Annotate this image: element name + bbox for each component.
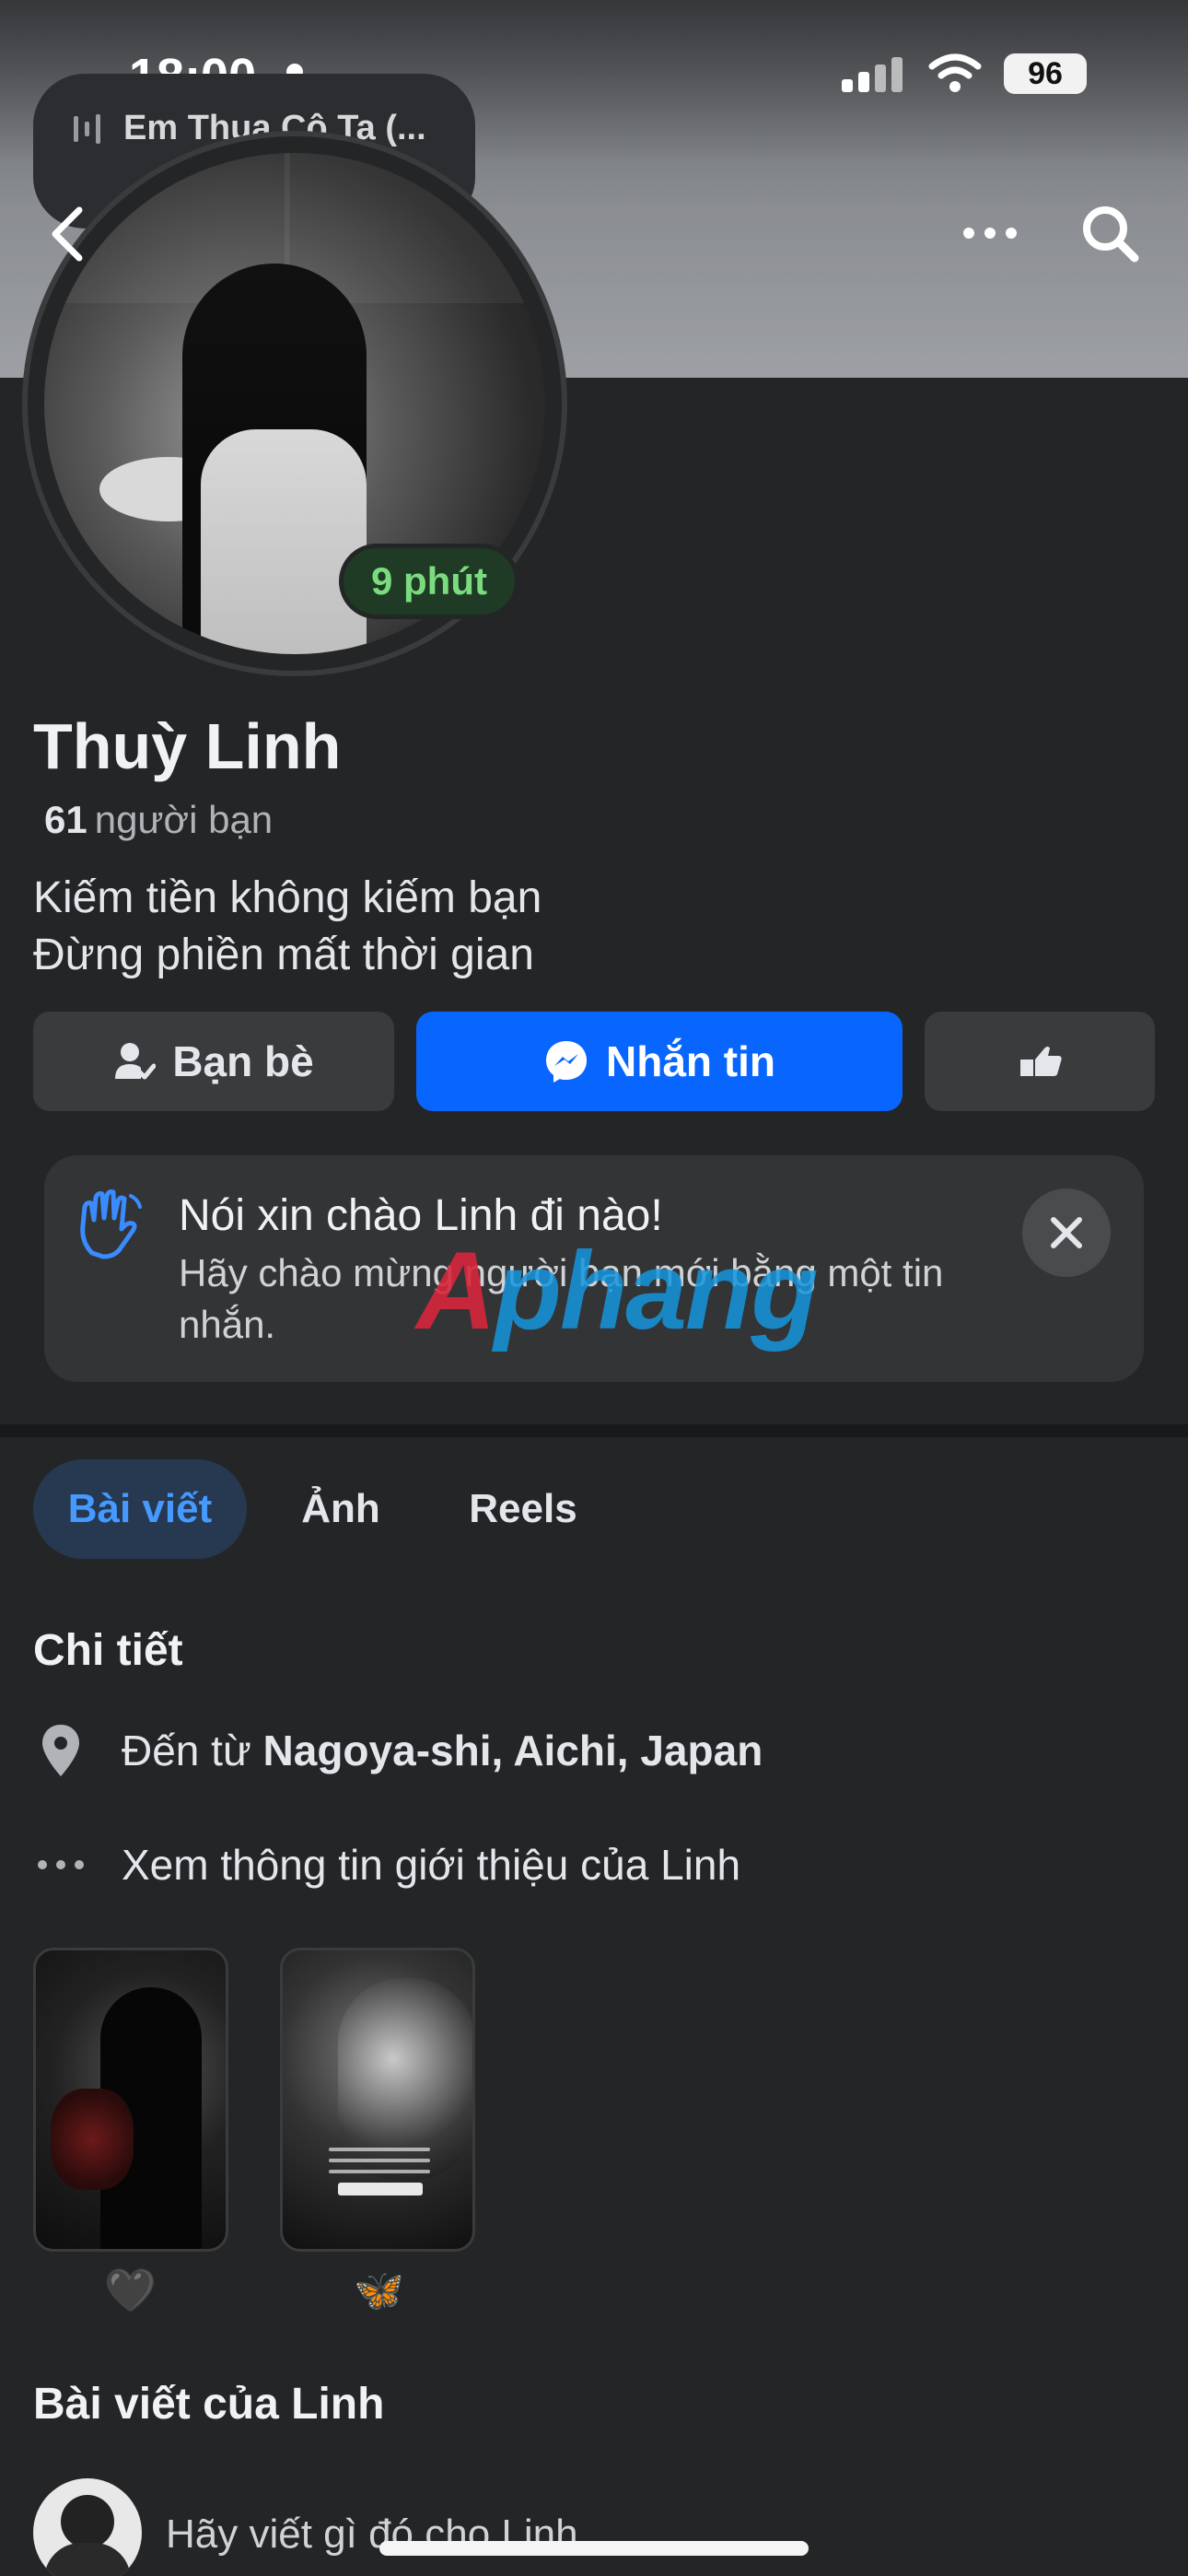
- featured-2-emoji: 🦋: [354, 2268, 404, 2313]
- wave-icon: [80, 1189, 142, 1259]
- details-title: Chi tiết: [33, 1626, 183, 1675]
- tab-reels[interactable]: Reels: [449, 1459, 597, 1559]
- location-value: Nagoya-shi, Aichi, Japan: [262, 1727, 763, 1774]
- message-button[interactable]: Nhắn tin: [416, 1012, 903, 1111]
- messenger-icon: [546, 1041, 587, 1083]
- home-indicator[interactable]: [379, 2541, 809, 2556]
- friend-check-icon: [115, 1043, 157, 1080]
- message-button-label: Nhắn tin: [606, 1037, 775, 1085]
- featured-item-2[interactable]: [280, 1948, 475, 2252]
- featured-2-caption-chip: [338, 2183, 423, 2195]
- bio-line-2: Đừng phiền mất thời gian: [33, 931, 534, 979]
- wifi-icon: [928, 53, 982, 92]
- featured-1-roses: [51, 2089, 134, 2190]
- profile-bio: Kiếm tiền không kiếm bạn Đừng phiền mất …: [33, 870, 542, 984]
- detail-location: Đến từ Nagoya-shi, Aichi, Japan: [33, 1723, 763, 1778]
- friends-button[interactable]: Bạn bè: [33, 1012, 394, 1111]
- battery-indicator: 96: [1004, 53, 1087, 94]
- watermark-part-2: phang: [494, 1229, 819, 1352]
- about-link-label: Xem thông tin giới thiệu của Linh: [122, 1841, 741, 1889]
- active-status-badge: 9 phút: [339, 544, 519, 619]
- profile-name: Thuỳ Linh: [33, 710, 342, 782]
- location-prefix: Đến từ: [122, 1727, 251, 1774]
- watermark-logo: Aphang: [416, 1227, 819, 1354]
- ellipsis-icon: [33, 1837, 88, 1892]
- back-icon[interactable]: [46, 205, 87, 263]
- composer-avatar[interactable]: [33, 2478, 142, 2576]
- poke-button[interactable]: [925, 1012, 1155, 1111]
- featured-item-1[interactable]: [33, 1948, 228, 2252]
- composer-avatar-head: [61, 2495, 114, 2548]
- location-icon: [33, 1723, 88, 1778]
- tab-photos[interactable]: Ảnh: [276, 1459, 405, 1559]
- friends-button-label: Bạn bè: [172, 1037, 314, 1085]
- greeting-close-button[interactable]: [1022, 1188, 1111, 1277]
- poke-icon: [1020, 1047, 1062, 1076]
- search-icon[interactable]: [1077, 201, 1142, 265]
- composer-avatar-body: [44, 2543, 131, 2576]
- tab-posts[interactable]: Bài viết: [33, 1459, 247, 1559]
- close-icon: [1051, 1217, 1082, 1248]
- audio-bars-icon: [74, 114, 100, 144]
- friends-count-number: 61: [44, 798, 87, 841]
- featured-1-emoji: 🖤: [105, 2268, 156, 2313]
- signal-icon: [842, 57, 903, 92]
- friends-count-label: người bạn: [94, 798, 274, 841]
- posts-title: Bài viết của Linh: [33, 2380, 385, 2429]
- watermark-part-1: A: [416, 1229, 496, 1352]
- more-icon[interactable]: [958, 210, 1022, 256]
- friends-count[interactable]: 61 người bạn: [44, 798, 273, 842]
- bio-line-1: Kiếm tiền không kiếm bạn: [33, 873, 542, 922]
- detail-about-link[interactable]: Xem thông tin giới thiệu của Linh: [33, 1837, 740, 1892]
- avatar-shirt: [201, 429, 367, 654]
- featured-2-caption-lines: [329, 2148, 430, 2181]
- status-indicators: 96: [842, 53, 1087, 94]
- section-divider: [0, 1424, 1188, 1437]
